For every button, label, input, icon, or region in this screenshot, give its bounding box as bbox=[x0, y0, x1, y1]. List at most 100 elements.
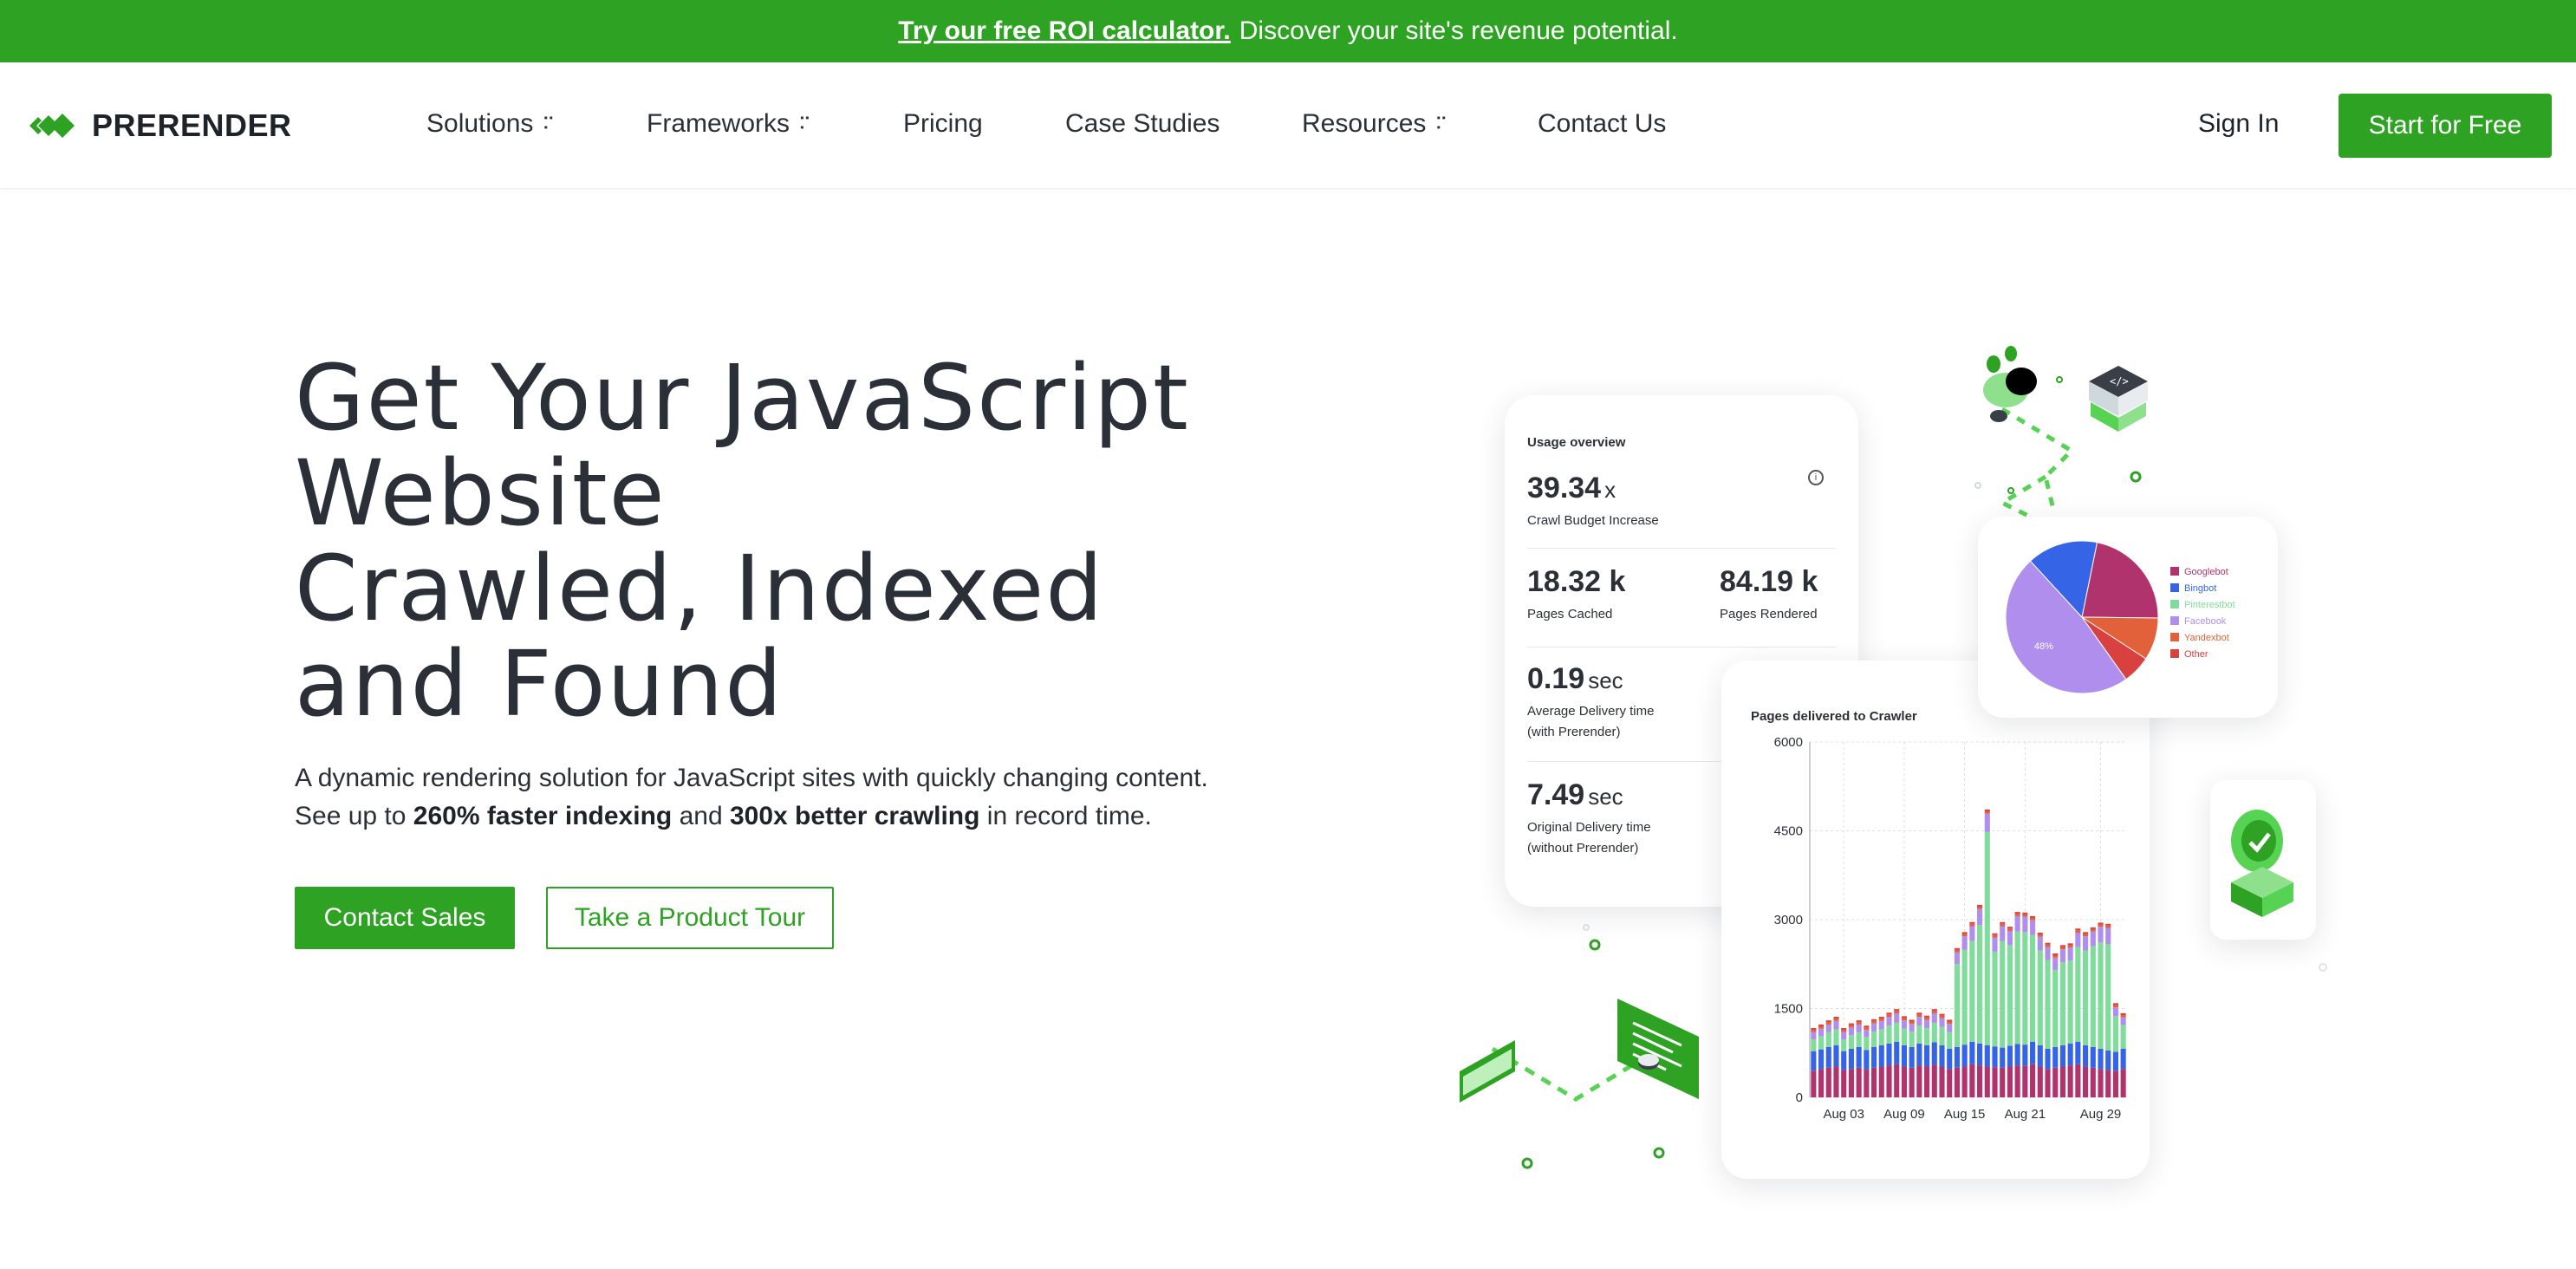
cloud-icon bbox=[1983, 346, 2037, 422]
contact-sales-button[interactable]: Contact Sales bbox=[295, 887, 515, 949]
bar-segment bbox=[2045, 942, 2051, 945]
hero-title-line2: Website bbox=[295, 440, 667, 546]
bar-segment bbox=[1811, 1030, 1817, 1032]
bar-segment bbox=[1894, 1012, 1900, 1023]
bar-segment bbox=[1992, 937, 1998, 952]
bar-segment bbox=[1878, 1066, 1884, 1097]
roi-calculator-link[interactable]: Try our free ROI calculator. bbox=[898, 16, 1230, 46]
bar-segment bbox=[2120, 1015, 2126, 1018]
bar-segment bbox=[2014, 931, 2020, 1044]
bar-segment bbox=[2059, 945, 2065, 947]
bar-segment bbox=[2037, 936, 2043, 951]
bar-segment bbox=[2059, 962, 2065, 1045]
svg-text:</>: </> bbox=[2110, 375, 2129, 387]
nav-resources[interactable]: Resources ⠍ bbox=[1302, 109, 1447, 139]
bar-segment bbox=[1916, 1025, 1922, 1044]
bar-segment bbox=[1864, 1069, 1870, 1097]
bar-segment bbox=[2098, 922, 2104, 925]
bar-segment bbox=[1825, 1046, 1831, 1068]
bar-segment bbox=[2037, 933, 2043, 935]
bar-segment bbox=[1977, 906, 1983, 909]
bar-segment bbox=[1924, 1044, 1930, 1067]
info-icon[interactable]: i bbox=[1808, 470, 1824, 485]
bar-segment bbox=[1818, 1069, 1825, 1097]
bar-segment bbox=[2030, 915, 2036, 918]
metric-pages-cached: 18.32 k Pages Cached bbox=[1527, 565, 1625, 625]
legend-label: Yandexbot bbox=[2184, 633, 2229, 643]
sign-in-link[interactable]: Sign In bbox=[2198, 109, 2279, 139]
nav-solutions[interactable]: Solutions ⠍ bbox=[426, 109, 555, 139]
metric-label: Average Delivery time (with Prerender) bbox=[1527, 701, 1654, 743]
hero-title: Get Your JavaScript Website Crawled, Ind… bbox=[295, 350, 1335, 732]
bar-segment bbox=[1901, 1018, 1907, 1021]
bar-segment bbox=[2007, 1066, 2013, 1097]
bar-segment bbox=[2075, 928, 2081, 931]
legend-label: Googlebot bbox=[2184, 567, 2228, 577]
bar-segment bbox=[2000, 1067, 2006, 1097]
metric-unit: sec bbox=[1588, 667, 1623, 693]
nav-case-studies[interactable]: Case Studies bbox=[1065, 109, 1220, 139]
bar-segment bbox=[2014, 915, 2020, 932]
bar-segment bbox=[2105, 923, 2111, 926]
metric-value: 0.19 bbox=[1527, 662, 1585, 695]
bar-segment bbox=[1871, 1067, 1877, 1097]
bar-segment bbox=[1969, 1041, 1975, 1064]
bar-segment bbox=[1811, 1071, 1817, 1097]
bar-segment bbox=[1848, 1023, 1854, 1025]
nav-contact-us[interactable]: Contact Us bbox=[1538, 109, 1666, 139]
bar-segment bbox=[1931, 1042, 1937, 1065]
bar-segment bbox=[2067, 945, 2073, 948]
bar-segment bbox=[1931, 1064, 1937, 1097]
bar-segment bbox=[2112, 1016, 2118, 1052]
bar-segment bbox=[1818, 1024, 1825, 1026]
bar-segment bbox=[1833, 1066, 1839, 1097]
bar-segment bbox=[2052, 955, 2059, 958]
bar-segment bbox=[2098, 927, 2104, 942]
bar-segment bbox=[1931, 1009, 1937, 1012]
hero-subtitle-line1: A dynamic rendering solution for JavaScr… bbox=[295, 764, 1208, 792]
bar-segment bbox=[1864, 1027, 1870, 1031]
metric-value: 7.49 bbox=[1527, 778, 1585, 811]
bar-segment bbox=[2030, 1064, 2036, 1097]
verified-card bbox=[2210, 780, 2316, 940]
nav-label: Solutions bbox=[426, 109, 534, 138]
bar-segment bbox=[1811, 1051, 1817, 1071]
bar-segment bbox=[1924, 1017, 1930, 1020]
bar-segment bbox=[1901, 1066, 1907, 1097]
bar-segment bbox=[1939, 1044, 1945, 1067]
hero-subtitle-line2: See up to 260% faster indexing and 300x … bbox=[295, 797, 1335, 836]
bar-segment bbox=[1954, 947, 1960, 950]
bar-segment bbox=[1931, 1012, 1937, 1023]
bar-segment bbox=[2000, 926, 2006, 941]
bar-segment bbox=[2090, 931, 2096, 947]
bar-segment bbox=[1969, 940, 1975, 1042]
chevron-down-icon: ⠍ bbox=[542, 114, 556, 134]
y-tick-label: 1500 bbox=[1774, 1002, 1803, 1017]
pages-delivered-card: Pages delivered to Crawler 0 1500 3000 4500… bbox=[1721, 661, 2150, 1179]
nav-pricing[interactable]: Pricing bbox=[903, 109, 983, 139]
bar-segment bbox=[2014, 914, 2020, 916]
product-tour-button[interactable]: Take a Product Tour bbox=[546, 887, 834, 949]
nav-frameworks[interactable]: Frameworks ⠍ bbox=[647, 109, 811, 139]
bar-segment bbox=[1894, 1064, 1900, 1097]
bar-segment bbox=[2090, 1046, 2096, 1068]
bar-segment bbox=[2007, 927, 2013, 929]
bar-segment bbox=[1864, 1037, 1870, 1051]
sub-text: in record time. bbox=[979, 802, 1152, 830]
bar-segment bbox=[1961, 1044, 1968, 1067]
bar-segment bbox=[1909, 1067, 1915, 1097]
bar-segment bbox=[2059, 1044, 2065, 1067]
start-for-free-button[interactable]: Start for Free bbox=[2339, 94, 2552, 158]
bar-segment bbox=[2045, 944, 2051, 947]
bar-segment bbox=[2067, 943, 2073, 946]
bar-chart: 0 1500 3000 4500 6000 Aug 03 Aug 09 Aug 15 Aug 2… bbox=[1774, 735, 2127, 1122]
bar-segment bbox=[1909, 1031, 1915, 1047]
bar-segment bbox=[1992, 934, 1998, 938]
bar-segment bbox=[1977, 1065, 1983, 1097]
logo[interactable]: PRERENDER bbox=[28, 104, 292, 147]
bar-segment bbox=[1961, 936, 1968, 950]
bar-segment bbox=[2075, 930, 2081, 934]
bar-segment bbox=[1909, 1024, 1915, 1032]
bar-segment bbox=[2052, 953, 2059, 955]
bar-segment bbox=[2105, 927, 2111, 945]
